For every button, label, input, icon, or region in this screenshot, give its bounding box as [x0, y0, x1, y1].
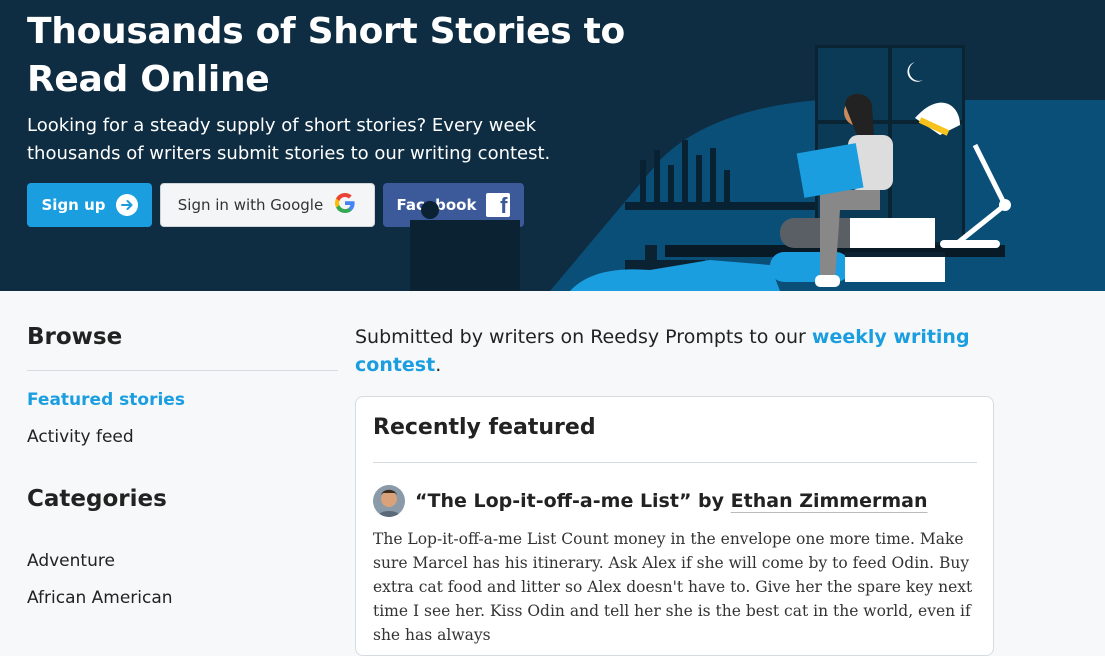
intro-text-start: Submitted by writers on Reedsy Prompts t… [355, 326, 812, 348]
story-title-line: “The Lop-it-off-a-me List” by Ethan Zimm… [415, 490, 928, 512]
hero-banner: Thousands of Short Stories to Read Onlin… [0, 0, 1105, 291]
divider [373, 462, 977, 463]
category-adventure[interactable]: Adventure [27, 551, 115, 571]
card-title: Recently featured [373, 415, 596, 440]
categories-heading: Categories [27, 486, 167, 512]
google-icon [333, 191, 357, 219]
category-african-american[interactable]: African American [27, 588, 173, 608]
sign-up-button[interactable]: Sign up [27, 183, 152, 227]
story-by: by [691, 490, 731, 512]
intro-text: Submitted by writers on Reedsy Prompts t… [355, 323, 975, 379]
google-sign-in-button[interactable]: Sign in with Google [160, 183, 375, 227]
story-author-link[interactable]: Ethan Zimmerman [731, 490, 928, 512]
sidebar-item-activity-feed[interactable]: Activity feed [27, 427, 134, 447]
arrow-right-icon [115, 194, 138, 216]
recently-featured-card: Recently featured “The Lop-it-off-a-me L… [355, 396, 994, 656]
browse-heading: Browse [27, 324, 123, 350]
sign-up-label: Sign up [41, 196, 106, 214]
story-title[interactable]: “The Lop-it-off-a-me List” [415, 490, 691, 512]
intro-text-end: . [435, 354, 442, 376]
divider [27, 370, 338, 371]
reading-illustration [410, 45, 1105, 291]
story-excerpt: The Lop-it-off-a-me List Count money in … [373, 530, 973, 644]
google-sign-in-label: Sign in with Google [177, 196, 324, 214]
sidebar-item-featured-stories[interactable]: Featured stories [27, 390, 185, 410]
avatar[interactable] [373, 485, 405, 517]
story-header: “The Lop-it-off-a-me List” by Ethan Zimm… [373, 485, 928, 517]
